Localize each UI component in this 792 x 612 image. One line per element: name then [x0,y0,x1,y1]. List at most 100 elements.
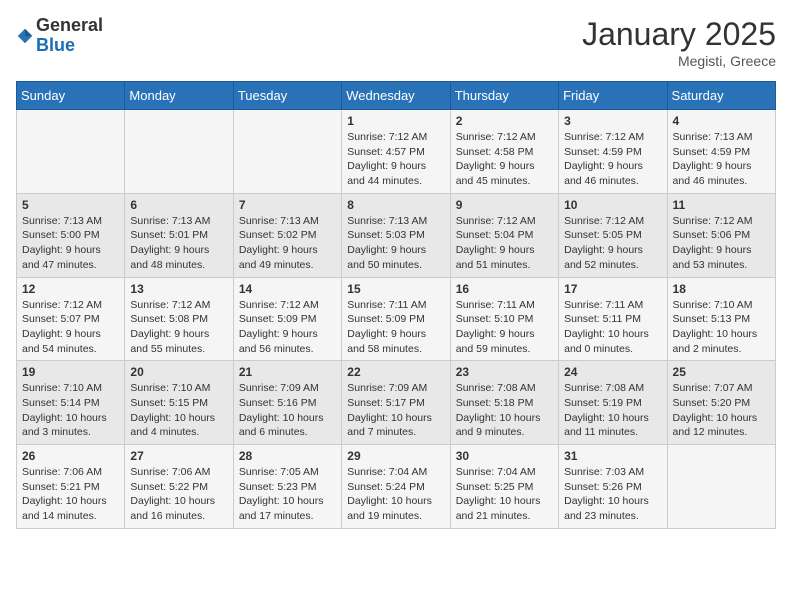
logo[interactable]: General Blue [16,16,103,56]
day-cell: 8Sunrise: 7:13 AM Sunset: 5:03 PM Daylig… [342,193,450,277]
day-cell: 15 Sunrise: 7:11 AM Sunset: 5:09 PM Dayli… [342,277,450,361]
day-number: 10 [564,198,661,212]
day-number: 4 [673,114,770,128]
day-cell: 31 Sunrise: 7:03 AM Sunset: 5:26 PM Dayli… [559,445,667,529]
logo-text: General Blue [36,16,103,56]
day-number: 6 [130,198,227,212]
day-cell: 22Sunrise: 7:09 AM Sunset: 5:17 PM Dayli… [342,361,450,445]
month-title: January 2025 [582,16,776,53]
day-info: Sunrise: 7:04 AM Sunset: 5:24 PM Dayligh… [347,465,444,524]
day-cell [125,110,233,194]
day-info: Sunrise: 7:12 AM Sunset: 4:57 PM Dayligh… [347,130,444,189]
day-number: 31 [564,449,661,463]
day-cell: 16Sunrise: 7:11 AM Sunset: 5:10 PM Dayli… [450,277,558,361]
day-cell: 29 Sunrise: 7:04 AM Sunset: 5:24 PM Dayli… [342,445,450,529]
day-cell [667,445,775,529]
header-cell-thursday: Thursday [450,82,558,110]
day-number: 29 [347,449,444,463]
day-cell: 10Sunrise: 7:12 AM Sunset: 5:05 PM Dayli… [559,193,667,277]
day-cell: 1 Sunrise: 7:12 AM Sunset: 4:57 PM Daylig… [342,110,450,194]
day-info: Sunrise: 7:12 AM Sunset: 5:08 PM Dayligh… [130,298,227,357]
day-cell: 6 Sunrise: 7:13 AM Sunset: 5:01 PM Daylig… [125,193,233,277]
day-info: Sunrise: 7:13 AM Sunset: 5:01 PM Dayligh… [130,214,227,273]
day-info: Sunrise: 7:12 AM Sunset: 4:59 PM Dayligh… [564,130,661,189]
day-cell: 4 Sunrise: 7:13 AM Sunset: 4:59 PM Daylig… [667,110,775,194]
day-number: 8 [347,198,444,212]
week-row-4: 19Sunrise: 7:10 AM Sunset: 5:14 PM Dayli… [17,361,776,445]
day-number: 3 [564,114,661,128]
day-number: 24 [564,365,661,379]
day-cell: 23 Sunrise: 7:08 AM Sunset: 5:18 PM Dayli… [450,361,558,445]
day-number: 15 [347,282,444,296]
day-info: Sunrise: 7:08 AM Sunset: 5:19 PM Dayligh… [564,381,661,440]
header-cell-wednesday: Wednesday [342,82,450,110]
day-number: 11 [673,198,770,212]
day-number: 14 [239,282,336,296]
day-cell: 21 Sunrise: 7:09 AM Sunset: 5:16 PM Dayli… [233,361,341,445]
day-cell: 5Sunrise: 7:13 AM Sunset: 5:00 PM Daylig… [17,193,125,277]
day-cell: 11 Sunrise: 7:12 AM Sunset: 5:06 PM Dayli… [667,193,775,277]
day-number: 30 [456,449,553,463]
day-number: 7 [239,198,336,212]
title-block: January 2025 Megisti, Greece [582,16,776,69]
day-info: Sunrise: 7:06 AM Sunset: 5:22 PM Dayligh… [130,465,227,524]
day-info: Sunrise: 7:11 AM Sunset: 5:11 PM Dayligh… [564,298,661,357]
day-number: 2 [456,114,553,128]
day-cell: 14 Sunrise: 7:12 AM Sunset: 5:09 PM Dayli… [233,277,341,361]
logo-icon [16,27,34,45]
day-number: 20 [130,365,227,379]
day-info: Sunrise: 7:05 AM Sunset: 5:23 PM Dayligh… [239,465,336,524]
day-info: Sunrise: 7:13 AM Sunset: 4:59 PM Dayligh… [673,130,770,189]
day-cell: 25Sunrise: 7:07 AM Sunset: 5:20 PM Dayli… [667,361,775,445]
day-cell: 17Sunrise: 7:11 AM Sunset: 5:11 PM Dayli… [559,277,667,361]
day-cell: 2 Sunrise: 7:12 AM Sunset: 4:58 PM Daylig… [450,110,558,194]
logo-blue: Blue [36,35,75,55]
day-cell: 24 Sunrise: 7:08 AM Sunset: 5:19 PM Dayli… [559,361,667,445]
day-info: Sunrise: 7:12 AM Sunset: 5:04 PM Dayligh… [456,214,553,273]
day-info: Sunrise: 7:13 AM Sunset: 5:00 PM Dayligh… [22,214,119,273]
day-number: 1 [347,114,444,128]
week-row-1: 1 Sunrise: 7:12 AM Sunset: 4:57 PM Daylig… [17,110,776,194]
day-info: Sunrise: 7:10 AM Sunset: 5:15 PM Dayligh… [130,381,227,440]
day-number: 13 [130,282,227,296]
day-info: Sunrise: 7:11 AM Sunset: 5:09 PM Dayligh… [347,298,444,357]
calendar-table: SundayMondayTuesdayWednesdayThursdayFrid… [16,81,776,529]
day-info: Sunrise: 7:13 AM Sunset: 5:02 PM Dayligh… [239,214,336,273]
header-cell-tuesday: Tuesday [233,82,341,110]
calendar-header: SundayMondayTuesdayWednesdayThursdayFrid… [17,82,776,110]
header-row: SundayMondayTuesdayWednesdayThursdayFrid… [17,82,776,110]
day-cell: 3 Sunrise: 7:12 AM Sunset: 4:59 PM Daylig… [559,110,667,194]
header-cell-monday: Monday [125,82,233,110]
day-cell: 28 Sunrise: 7:05 AM Sunset: 5:23 PM Dayli… [233,445,341,529]
day-number: 23 [456,365,553,379]
day-number: 26 [22,449,119,463]
day-number: 9 [456,198,553,212]
day-cell: 18 Sunrise: 7:10 AM Sunset: 5:13 PM Dayli… [667,277,775,361]
day-info: Sunrise: 7:08 AM Sunset: 5:18 PM Dayligh… [456,381,553,440]
day-info: Sunrise: 7:10 AM Sunset: 5:13 PM Dayligh… [673,298,770,357]
day-info: Sunrise: 7:12 AM Sunset: 5:06 PM Dayligh… [673,214,770,273]
day-info: Sunrise: 7:12 AM Sunset: 5:07 PM Dayligh… [22,298,119,357]
header-cell-saturday: Saturday [667,82,775,110]
day-cell: 7 Sunrise: 7:13 AM Sunset: 5:02 PM Daylig… [233,193,341,277]
day-number: 19 [22,365,119,379]
day-number: 16 [456,282,553,296]
day-number: 21 [239,365,336,379]
day-info: Sunrise: 7:09 AM Sunset: 5:16 PM Dayligh… [239,381,336,440]
day-cell: 9 Sunrise: 7:12 AM Sunset: 5:04 PM Daylig… [450,193,558,277]
day-cell [17,110,125,194]
day-info: Sunrise: 7:12 AM Sunset: 5:09 PM Dayligh… [239,298,336,357]
day-cell [233,110,341,194]
day-cell: 12Sunrise: 7:12 AM Sunset: 5:07 PM Dayli… [17,277,125,361]
day-info: Sunrise: 7:04 AM Sunset: 5:25 PM Dayligh… [456,465,553,524]
day-info: Sunrise: 7:12 AM Sunset: 4:58 PM Dayligh… [456,130,553,189]
page-header: General Blue January 2025 Megisti, Greec… [16,16,776,69]
day-number: 18 [673,282,770,296]
day-number: 28 [239,449,336,463]
day-cell: 19Sunrise: 7:10 AM Sunset: 5:14 PM Dayli… [17,361,125,445]
day-cell: 30 Sunrise: 7:04 AM Sunset: 5:25 PM Dayli… [450,445,558,529]
day-info: Sunrise: 7:03 AM Sunset: 5:26 PM Dayligh… [564,465,661,524]
day-cell: 27Sunrise: 7:06 AM Sunset: 5:22 PM Dayli… [125,445,233,529]
logo-general: General [36,15,103,35]
day-cell: 20 Sunrise: 7:10 AM Sunset: 5:15 PM Dayli… [125,361,233,445]
